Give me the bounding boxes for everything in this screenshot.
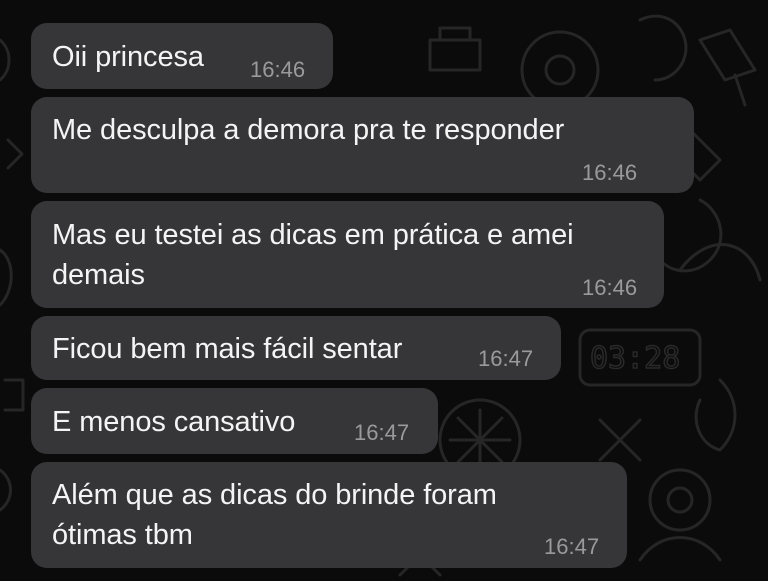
message-timestamp: 16:46 — [250, 57, 306, 82]
cup-doodle-icon — [694, 378, 737, 452]
message-timestamp: 16:47 — [478, 346, 534, 371]
message-text: Oii princesa — [52, 41, 204, 73]
leaf-doodle-icon — [638, 14, 688, 82]
wallpaper-clock-text: 03:28 — [590, 341, 680, 376]
camera-lens-doodle-icon — [648, 468, 712, 532]
message-text: Me desculpa a demora pra te responder — [52, 114, 565, 146]
popsicle-doodle-icon — [698, 28, 757, 82]
message-text: E menos cansativo — [52, 406, 296, 438]
message-text: Além que as dicas do brinde foram — [52, 479, 497, 511]
message-timestamp: 16:46 — [582, 160, 638, 185]
message-timestamp: 16:46 — [582, 275, 638, 300]
message-text: demais — [52, 259, 145, 291]
message-timestamp: 16:47 — [544, 534, 600, 559]
message-timestamp: 16:47 — [354, 420, 410, 445]
camera-doodle-icon — [428, 26, 482, 72]
message-text: ótimas tbm — [52, 519, 193, 551]
message-text: Mas eu testei as dicas em prática e amei — [52, 219, 574, 251]
message-text: Ficou bem mais fácil sentar — [52, 333, 403, 365]
